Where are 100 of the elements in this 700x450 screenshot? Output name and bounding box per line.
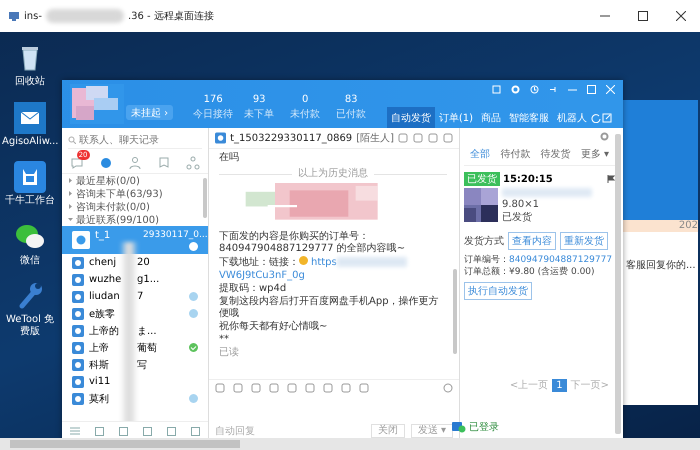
status-dropdown[interactable]: 未挂起 › xyxy=(126,105,174,120)
stat-value: 0 xyxy=(302,94,308,105)
contact-name: t_1503229330117_0869 xyxy=(230,132,352,144)
contact-item[interactable]: 科斯 写 xyxy=(62,356,208,373)
contact-tag: [陌生人] xyxy=(356,131,394,145)
refresh-icon[interactable] xyxy=(591,112,601,122)
message-text: 下载地址：链接： xyxy=(219,257,299,268)
group-label: 最近联系(99/100) xyxy=(76,214,159,226)
action-button[interactable]: 查看内容 xyxy=(508,232,556,250)
close-icon[interactable] xyxy=(676,11,686,21)
link[interactable]: https xyxy=(311,257,337,268)
scrollbar[interactable] xyxy=(203,178,207,218)
action-button[interactable]: 重新发货 xyxy=(560,232,608,250)
price-quantity: 9.80×1 xyxy=(502,199,540,210)
contact-item[interactable]: liudan 7 xyxy=(62,288,208,305)
message-text: 提取码：wp4d xyxy=(219,283,288,295)
search-icon xyxy=(68,136,76,144)
nav-tab[interactable]: 智能客服 xyxy=(505,107,553,128)
scrollbar-thumb[interactable] xyxy=(10,440,240,448)
cat-icon[interactable] xyxy=(14,161,46,193)
date-text: 202 xyxy=(622,220,698,232)
contact-item[interactable]: e族零 xyxy=(62,305,208,322)
contact-item[interactable]: 莫利 xyxy=(62,390,208,407)
group-label: 最近星标(0/0) xyxy=(76,174,140,188)
chat-bubble-icon xyxy=(72,231,90,249)
network-icon[interactable] xyxy=(186,156,200,170)
order-number[interactable]: 840947904887129777 xyxy=(509,255,612,265)
page-button[interactable]: 1 xyxy=(552,378,567,392)
nav-tab[interactable]: 机器人 xyxy=(553,107,591,128)
coin-icon xyxy=(299,256,308,265)
send-button[interactable]: 发送 ▾ xyxy=(410,424,453,438)
chat-bubble-icon xyxy=(72,342,84,354)
stat-label: 今日接待 xyxy=(193,108,234,121)
blurred-area xyxy=(336,257,407,268)
close-button[interactable]: 关闭 xyxy=(370,424,405,438)
stat-label: 已付款 xyxy=(336,108,366,121)
remote-desktop-icon xyxy=(8,10,20,22)
order-tab[interactable]: 全部 xyxy=(470,147,490,161)
message-text: ** xyxy=(219,334,229,346)
message-text: 下面发的内容是你购买的订单号： 840947904887129777 的全部内容哦~ xyxy=(219,231,406,255)
circle-icon[interactable] xyxy=(98,156,113,170)
contact-item[interactable]: t_1 29330117_0... xyxy=(62,226,208,254)
chat-bubble-icon[interactable] xyxy=(70,156,84,170)
field-label: 发货方式 xyxy=(464,234,504,248)
message-preview: 客服回复你的... xyxy=(625,258,697,273)
desktop-icon-label[interactable]: 千牛工作台 xyxy=(2,195,58,206)
window-title: ins- xyxy=(24,10,42,22)
group-label: 咨询未下单(63/93) xyxy=(76,188,163,200)
read-status: 已读 xyxy=(219,347,240,359)
stat-label: 未下单 xyxy=(244,108,274,121)
history-divider: 以上为历史消息 xyxy=(298,168,368,180)
contact-item[interactable]: wuzhe g1... xyxy=(62,271,208,288)
contact-item[interactable]: 上帝 葡萄 xyxy=(62,339,208,356)
maximize-icon[interactable] xyxy=(638,11,648,21)
window-title: .36 - 远程桌面连接 xyxy=(128,10,214,23)
nav-tab[interactable]: 自动发货 xyxy=(386,107,435,128)
contact-item[interactable]: chenj 20 xyxy=(62,254,208,271)
group-label: 咨询未付款(0/0) xyxy=(76,200,150,214)
contact-item[interactable]: 上帝的 ま... xyxy=(62,322,208,339)
desktop-icon-label[interactable]: WeTool 免费版 xyxy=(2,314,58,337)
chat-bubble-icon xyxy=(72,324,84,336)
external-link-icon[interactable] xyxy=(601,112,613,122)
scrollbar[interactable] xyxy=(615,134,621,434)
message-text: 在吗 xyxy=(219,152,240,164)
status-badge: 已发货 xyxy=(464,172,500,186)
order-total: 订单总额：¥9.80 (含运费 0.00) xyxy=(464,266,596,278)
chat-bubble-icon xyxy=(72,290,84,302)
link[interactable]: VW6J9tCu3nF_0g xyxy=(219,270,305,282)
login-status: 已登录 xyxy=(469,421,499,434)
nav-tab[interactable]: 商品 xyxy=(477,107,505,128)
auto-ship-button[interactable]: 执行自动发货 xyxy=(464,282,532,300)
settings-icon[interactable] xyxy=(600,132,609,141)
stat-label: 未付款 xyxy=(290,108,320,121)
chat-bubble-icon xyxy=(72,392,84,404)
desktop-icon-label[interactable]: 回收站 xyxy=(2,76,58,88)
envelope-icon[interactable] xyxy=(14,102,46,134)
field-label: 订单编号： xyxy=(464,255,509,265)
order-tab[interactable]: 更多 ▾ xyxy=(580,147,609,161)
chat-bubble-icon xyxy=(72,308,84,320)
scrollbar[interactable] xyxy=(0,438,700,450)
message-text: 复制这段内容后打开百度网盘手机App，操作更方便哦 xyxy=(219,296,440,320)
message-text: 祝你每天都有好心情哦~ xyxy=(219,321,328,333)
desktop-icon-label[interactable]: 微信 xyxy=(2,254,58,266)
search-field[interactable]: 联系人、聊天记录 xyxy=(68,132,202,149)
chat-bubble-icon xyxy=(72,256,84,268)
order-tab[interactable]: 待付款 xyxy=(500,147,530,161)
logged-in-icon xyxy=(452,421,466,433)
stat-value: 93 xyxy=(252,94,266,105)
order-tab[interactable]: 待发货 xyxy=(540,147,571,161)
contact-item[interactable]: vi11 xyxy=(62,373,208,390)
pin-icon[interactable] xyxy=(549,85,558,94)
scrollbar[interactable] xyxy=(453,269,457,354)
desktop-icon-label[interactable]: AgisoAliw... xyxy=(2,136,58,147)
flag-icon[interactable] xyxy=(607,175,615,183)
stat-value: 176 xyxy=(204,94,223,105)
chat-bubble-icon xyxy=(72,274,84,286)
menu-icon[interactable] xyxy=(70,427,80,435)
nav-tab[interactable]: 订单(1) xyxy=(434,107,477,128)
shipping-status: 已发货 xyxy=(502,211,533,224)
chat-bubble-icon xyxy=(215,132,226,144)
